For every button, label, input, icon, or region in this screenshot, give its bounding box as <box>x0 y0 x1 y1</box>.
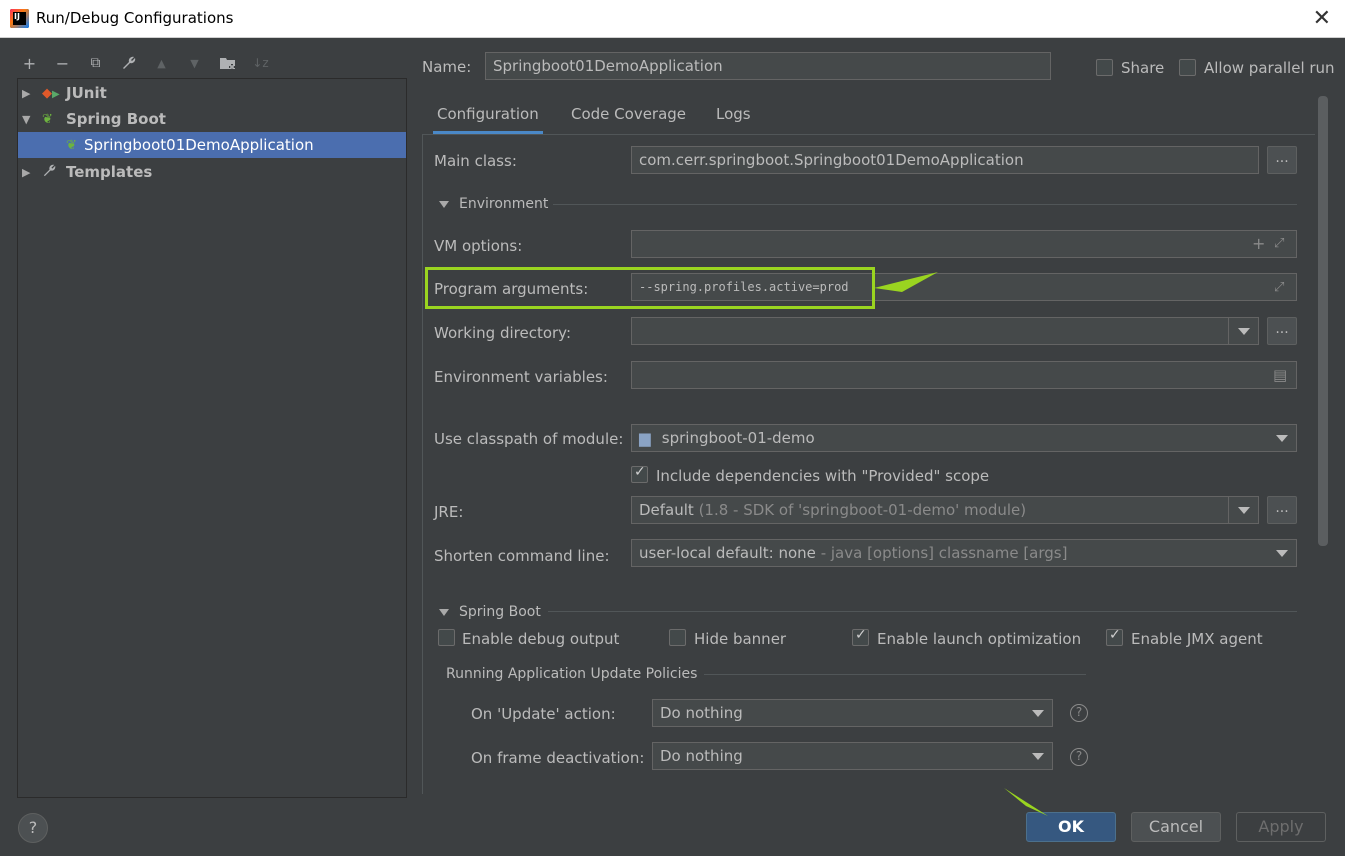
working-directory-label: Working directory: <box>434 324 572 342</box>
enable-jmx-agent-label: Enable JMX agent <box>1131 630 1263 648</box>
config-toolbar: + − ⧉ ▲ ▼ ↓z <box>18 50 272 76</box>
include-dependencies-label: Include dependencies with "Provided" sco… <box>656 467 990 485</box>
shorten-command-line-label: Shorten command line: <box>434 547 610 565</box>
junit-icon: ◆▶ <box>42 85 60 101</box>
vm-options-input[interactable] <box>631 230 1297 258</box>
on-update-action-select[interactable]: Do nothing <box>652 699 1053 727</box>
dropdown-arrow-icon[interactable] <box>1238 507 1250 514</box>
update-policies-title: Running Application Update Policies <box>446 666 698 682</box>
jre-label: JRE: <box>434 503 464 521</box>
intellij-app-icon: IJ <box>10 9 29 28</box>
help-button[interactable]: ? <box>18 813 48 843</box>
tree-item-label: Templates <box>66 163 153 181</box>
move-down-icon[interactable]: ▼ <box>183 52 206 75</box>
module-folder-icon: ▆ <box>639 429 651 447</box>
share-checkbox[interactable] <box>1096 59 1113 76</box>
vertical-scrollbar[interactable] <box>1318 96 1328 546</box>
vm-options-label: VM options: <box>434 237 523 255</box>
tab-logs[interactable]: Logs <box>712 96 755 134</box>
shorten-command-line-select[interactable]: user-local default: none - java [options… <box>631 539 1297 567</box>
help-icon[interactable]: ? <box>1070 704 1088 722</box>
section-divider <box>548 611 1297 612</box>
on-update-action-label: On 'Update' action: <box>471 705 616 723</box>
cancel-button[interactable]: Cancel <box>1131 812 1221 842</box>
name-input[interactable]: Springboot01DemoApplication <box>485 52 1051 80</box>
folder-icon[interactable] <box>216 52 239 75</box>
sort-icon[interactable]: ↓z <box>249 52 272 75</box>
expand-icon[interactable]: ⤢ <box>1274 280 1284 295</box>
expand-arrow-icon[interactable]: ▶ <box>22 166 36 179</box>
enable-debug-output-checkbox[interactable] <box>438 629 455 646</box>
environment-variables-label: Environment variables: <box>434 368 608 386</box>
annotation-highlight-box <box>425 267 875 309</box>
tree-item-label: JUnit <box>66 84 107 102</box>
tree-item-label: Spring Boot <box>66 110 166 128</box>
allow-parallel-run-label: Allow parallel run <box>1204 59 1335 77</box>
annotation-arrow-icon <box>1004 788 1048 816</box>
enable-debug-output-label: Enable debug output <box>462 630 620 648</box>
enable-jmx-agent-checkbox[interactable] <box>1106 627 1123 646</box>
main-class-label: Main class: <box>434 152 517 170</box>
on-frame-deactivation-label: On frame deactivation: <box>471 749 645 767</box>
wrench-icon <box>42 163 64 182</box>
move-up-icon[interactable]: ▲ <box>150 52 173 75</box>
section-divider <box>553 204 1297 205</box>
enable-launch-optimization-label: Enable launch optimization <box>877 630 1082 648</box>
annotation-arrow-icon <box>874 272 938 292</box>
environment-section-header[interactable]: Environment <box>439 196 548 212</box>
tree-item-junit[interactable]: ▶ ◆▶ JUnit <box>18 80 406 106</box>
help-icon[interactable]: ? <box>1070 748 1088 766</box>
apply-button[interactable]: Apply <box>1236 812 1326 842</box>
expand-arrow-icon[interactable]: ▶ <box>22 87 36 100</box>
jre-combo[interactable]: Default (1.8 - SDK of 'springboot-01-dem… <box>631 496 1259 524</box>
expand-icon[interactable]: ⤢ <box>1274 236 1284 251</box>
hide-banner-checkbox[interactable] <box>669 629 686 646</box>
remove-icon[interactable]: − <box>51 52 74 75</box>
plus-icon[interactable]: + <box>1252 234 1265 253</box>
dropdown-arrow-icon[interactable] <box>1032 710 1044 717</box>
tab-configuration[interactable]: Configuration <box>433 96 543 134</box>
section-divider <box>704 674 1086 675</box>
environment-variables-input[interactable] <box>631 361 1297 389</box>
copy-icon[interactable]: ⧉ <box>84 52 107 75</box>
browse-working-directory-button[interactable]: ... <box>1267 317 1297 345</box>
spring-boot-section-header[interactable]: Spring Boot <box>439 604 541 620</box>
main-class-input[interactable]: com.cerr.springboot.Springboot01DemoAppl… <box>631 146 1259 174</box>
spring-boot-icon: ❦ <box>42 111 53 127</box>
working-directory-combo[interactable] <box>631 317 1259 345</box>
include-dependencies-checkbox[interactable] <box>631 464 648 483</box>
tree-item-springboot01demoapplication[interactable]: ❦ Springboot01DemoApplication <box>18 132 406 158</box>
dropdown-arrow-icon[interactable] <box>1238 328 1250 335</box>
dropdown-arrow-icon[interactable] <box>1276 435 1288 442</box>
tree-item-label: Springboot01DemoApplication <box>84 136 314 154</box>
name-label: Name: <box>422 58 472 76</box>
classpath-module-label: Use classpath of module: <box>434 430 624 448</box>
browse-jre-button[interactable]: ... <box>1267 496 1297 524</box>
share-label: Share <box>1121 59 1165 77</box>
collapse-icon <box>439 608 449 616</box>
classpath-module-select[interactable]: ▆ springboot-01-demo <box>631 424 1297 452</box>
document-icon[interactable]: ▤ <box>1273 366 1287 384</box>
collapse-arrow-icon[interactable]: ▼ <box>22 113 36 126</box>
tree-item-spring-boot[interactable]: ▼ ❦ Spring Boot <box>18 106 406 132</box>
browse-main-class-button[interactable]: ... <box>1267 146 1297 174</box>
dropdown-arrow-icon[interactable] <box>1276 550 1288 557</box>
title-bar: IJ Run/Debug Configurations ✕ <box>0 0 1345 38</box>
allow-parallel-run-checkbox[interactable] <box>1179 59 1196 76</box>
on-frame-deactivation-select[interactable]: Do nothing <box>652 742 1053 770</box>
add-icon[interactable]: + <box>18 52 41 75</box>
collapse-icon <box>439 200 449 208</box>
window-title: Run/Debug Configurations <box>36 9 234 27</box>
tab-code-coverage[interactable]: Code Coverage <box>567 96 690 134</box>
enable-launch-optimization-checkbox[interactable] <box>852 627 869 646</box>
config-tree: ▶ ◆▶ JUnit ▼ ❦ Spring Boot ❦ Springboot0… <box>17 78 407 798</box>
wrench-icon[interactable] <box>117 52 140 75</box>
close-icon[interactable]: ✕ <box>1313 6 1331 31</box>
tree-item-templates[interactable]: ▶ Templates <box>18 159 406 185</box>
hide-banner-label: Hide banner <box>694 630 787 648</box>
dropdown-arrow-icon[interactable] <box>1032 753 1044 760</box>
